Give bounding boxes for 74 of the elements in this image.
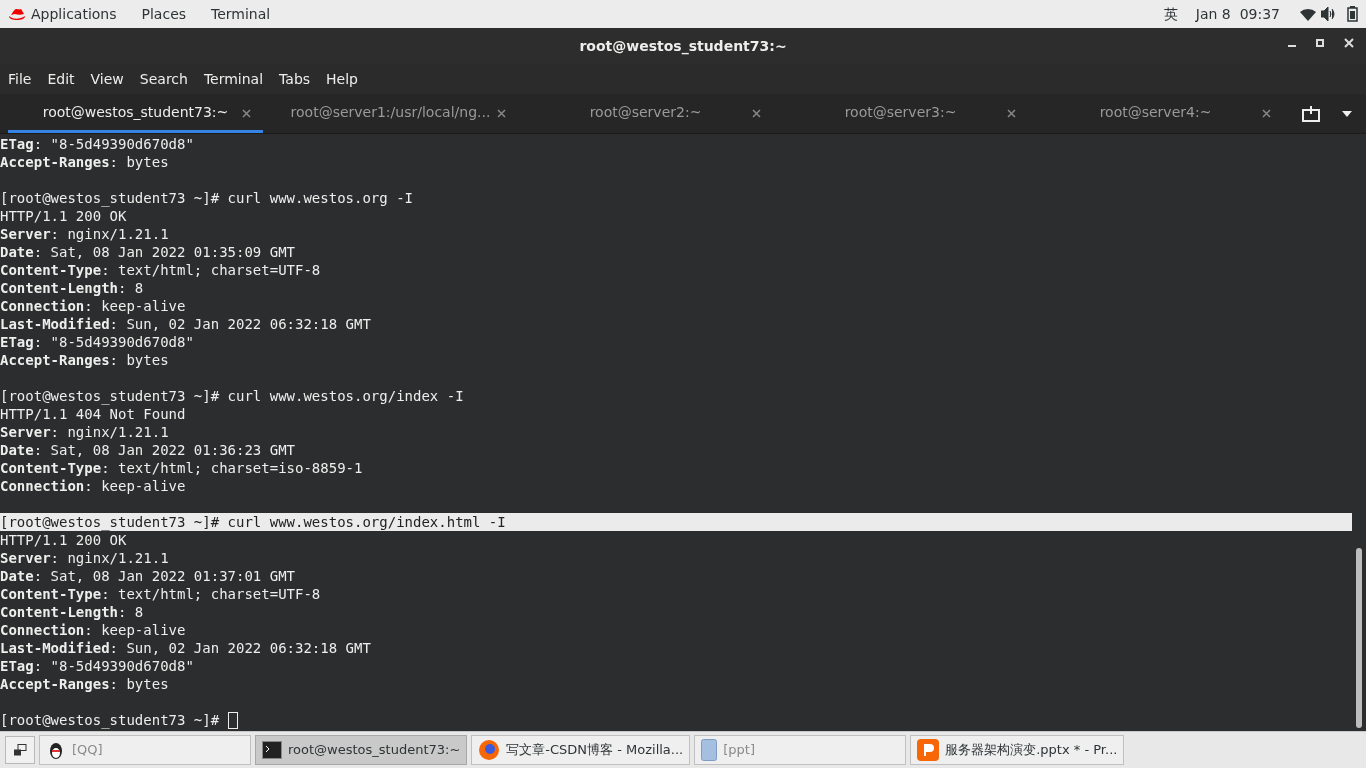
terminal-output-line: Server: nginx/1.21.1 (0, 424, 169, 440)
tab-label: root@westos_student73:~ (42, 102, 229, 122)
close-icon[interactable] (752, 109, 761, 118)
terminal-output-line: Last-Modified: Sun, 02 Jan 2022 06:32:18 GMT (0, 640, 371, 656)
terminal-icon (262, 741, 282, 759)
terminal-output-line: Date: Sat, 08 Jan 2022 01:36:23 GMT (0, 442, 295, 458)
top-bar-menu[interactable]: Terminal (211, 3, 271, 25)
command-prompt-line: [root@westos_student73 ~]# curl www.westos.org/index -I (0, 387, 464, 405)
volume-icon[interactable] (1321, 7, 1337, 21)
close-icon[interactable] (1007, 109, 1016, 118)
terminal-output-line: Connection: keep-alive (0, 298, 186, 314)
menu-item[interactable]: File (8, 68, 32, 90)
command-prompt-line: [root@westos_student73 ~]# curl www.westos.org/index.html -I (0, 513, 506, 531)
terminal-output-line: Content-Length: 8 (0, 280, 144, 296)
scrollbar-thumb[interactable] (1356, 548, 1362, 728)
caret-icon[interactable] (1342, 110, 1352, 117)
taskbar-window-button[interactable]: 写文章-CSDN博客 - Mozilla... (471, 735, 691, 765)
close-icon[interactable] (1262, 109, 1271, 118)
terminal-output-line: ETag: "8-5d49390d670d8" (0, 136, 194, 152)
terminal-output-line: Accept-Ranges: bytes (0, 154, 169, 170)
terminal-output-line: Content-Type: text/html; charset=UTF-8 (0, 262, 321, 278)
menu-item[interactable]: Terminal (203, 68, 264, 90)
window-title: root@westos_student73:~ (579, 36, 787, 57)
menu-item[interactable]: Help (326, 68, 358, 90)
terminal-output-line: ETag: "8-5d49390d670d8" (0, 334, 194, 350)
windows-icon (13, 744, 27, 756)
menu-item[interactable]: Edit (47, 68, 75, 90)
terminal-tab[interactable]: root@server1:/usr/local/ng... (263, 94, 518, 133)
command-prompt-line: [root@westos_student73 ~]# (0, 711, 221, 729)
tab-label: root@server1:/usr/local/ng... (290, 102, 491, 122)
terminal-output-line: Accept-Ranges: bytes (0, 352, 169, 368)
terminal-output-line: Server: nginx/1.21.1 (0, 550, 169, 566)
battery-icon[interactable] (1347, 6, 1358, 22)
terminal-tab[interactable]: root@server2:~ (518, 94, 773, 133)
menu-item[interactable]: Tabs (279, 68, 311, 90)
file-icon (701, 739, 718, 761)
terminal-output-line: HTTP/1.1 404 Not Found (0, 406, 186, 422)
terminal-output-line: Connection: keep-alive (0, 622, 186, 638)
close-icon[interactable] (497, 109, 506, 118)
terminal-output-line: ETag: "8-5d49390d670d8" (0, 658, 194, 674)
tab-label: root@server2:~ (589, 102, 702, 122)
terminal-output-line: Date: Sat, 08 Jan 2022 01:35:09 GMT (0, 244, 295, 260)
new-tab-icon[interactable] (1302, 105, 1320, 122)
terminal-output-line: Accept-Ranges: bytes (0, 676, 169, 692)
close-icon[interactable] (242, 109, 251, 118)
wifi-icon[interactable] (1300, 7, 1316, 21)
terminal-output-line: Last-Modified: Sun, 02 Jan 2022 06:32:18 GMT (0, 316, 371, 332)
command-prompt-line: [root@westos_student73 ~]# curl www.westos.org -I (0, 189, 413, 207)
terminal-tab[interactable]: root@westos_student73:~ (8, 94, 263, 133)
taskbar-window-button[interactable]: 服务器架构演变.pptx * - Pr... (910, 735, 1125, 765)
terminal-output-line: HTTP/1.1 200 OK (0, 532, 127, 548)
terminal-output-line: Server: nginx/1.21.1 (0, 226, 169, 242)
terminal-output-line: Content-Type: text/html; charset=UTF-8 (0, 586, 321, 602)
taskbar-window-button[interactable]: root@westos_student73:~ (255, 735, 468, 765)
terminal-output-line: Date: Sat, 08 Jan 2022 01:37:01 GMT (0, 568, 295, 584)
terminal-output-line: Content-Length: 8 (0, 604, 144, 620)
menu-item[interactable]: View (90, 68, 124, 90)
terminal-output-line: HTTP/1.1 200 OK (0, 208, 127, 224)
terminal-output-line: Connection: keep-alive (0, 478, 186, 494)
input-method-indicator[interactable]: 英 (1163, 3, 1178, 25)
browser-icon (478, 739, 501, 761)
top-bar-menu[interactable]: Applications (31, 3, 117, 25)
top-bar-menu[interactable]: Places (141, 3, 187, 25)
tab-label: root@server3:~ (844, 102, 957, 122)
maximize-icon[interactable] (1316, 39, 1324, 47)
tab-label: root@server4:~ (1099, 102, 1212, 122)
terminal-tab[interactable]: root@server4:~ (1028, 94, 1283, 133)
show-desktop-button[interactable] (5, 736, 35, 764)
menu-item[interactable]: Search (139, 68, 188, 90)
slides-icon (917, 739, 940, 761)
terminal-tab[interactable]: root@server3:~ (773, 94, 1028, 133)
terminal-output-line: Content-Type: text/html; charset=iso-8859-1 (0, 460, 363, 476)
clock[interactable]: Jan 8 09:37 (1195, 3, 1280, 25)
hat-logo-icon (8, 7, 26, 21)
